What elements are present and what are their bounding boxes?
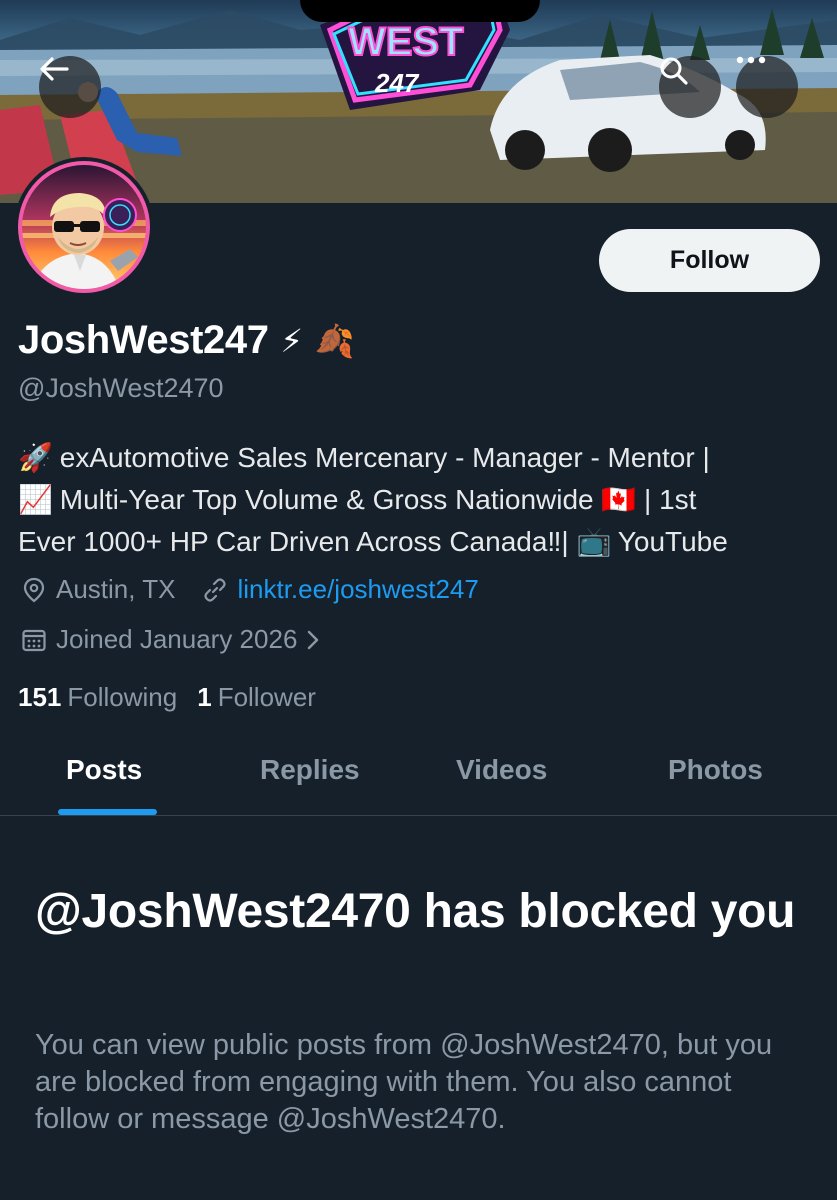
svg-text:WEST: WEST: [348, 20, 464, 64]
joined-text: Joined January 2026: [56, 624, 298, 654]
profile-meta-row: Austin, TX linktr.ee/joshwest247: [20, 574, 479, 605]
follow-button[interactable]: Follow: [599, 229, 820, 292]
link-icon: [204, 577, 227, 602]
more-dots-icon: [736, 56, 766, 64]
fallen-leaf-emoji: 🍂: [314, 322, 355, 359]
search-button[interactable]: [659, 56, 721, 118]
device-notch: [300, 0, 540, 22]
display-name-text: JoshWest247: [18, 318, 269, 362]
bio-text-1: exAutomotive Sales Mercenary - Manager -…: [59, 442, 710, 473]
lightning-emoji: ⚡: [280, 322, 303, 359]
avatar-cartoon: [22, 193, 146, 289]
display-name: JoshWest247 ⚡ 🍂: [18, 318, 354, 363]
tv-emoji: 📺: [576, 526, 612, 557]
active-tab-indicator: [58, 809, 157, 815]
calendar-icon: [22, 629, 46, 651]
more-button[interactable]: [736, 56, 798, 118]
tab-replies[interactable]: Replies: [260, 754, 360, 786]
following-count: 151: [18, 682, 62, 712]
user-handle: @JoshWest2470: [18, 373, 224, 403]
bio-text-2-tail: | 1st: [644, 484, 697, 515]
follow-stats: 151 Following 1 Follower: [18, 682, 316, 713]
tab-videos[interactable]: Videos: [456, 754, 547, 786]
joined-row[interactable]: Joined January 2026: [20, 624, 321, 655]
tab-posts[interactable]: Posts: [66, 754, 142, 786]
avatar-image: [18, 161, 150, 293]
back-arrow-icon: [40, 57, 69, 81]
chevron-right-icon: [308, 630, 319, 649]
rocket-emoji: 🚀: [18, 442, 53, 473]
profile-avatar[interactable]: [14, 157, 154, 297]
following-label: Following: [67, 682, 178, 712]
chart-emoji: 📈: [18, 484, 53, 515]
bio-text-3-tail: YouTube: [617, 526, 728, 557]
followers-stat[interactable]: 1 Follower: [197, 682, 316, 713]
following-stat[interactable]: 151 Following: [18, 682, 177, 713]
location-pin-icon: [23, 577, 45, 602]
location-text: Austin, TX: [56, 574, 176, 604]
bio-text-3: Ever 1000+ HP Car Driven Across Canada‼|: [18, 526, 569, 557]
profile-tabs: Posts Replies Videos Photos: [0, 732, 837, 816]
tab-photos[interactable]: Photos: [668, 754, 763, 786]
bio-line-2: 📈 Multi-Year Top Volume & Gross Nationwi…: [18, 479, 818, 521]
profile-page: WEST 247 Follow JoshWest247 ⚡ 🍂 @JoshWes…: [0, 0, 837, 1200]
canada-flag-emoji: 🇨🇦: [601, 484, 637, 515]
back-button[interactable]: [39, 56, 101, 118]
followers-label: Follower: [217, 682, 316, 712]
search-icon: [660, 57, 688, 85]
blocked-message: You can view public posts from @JoshWest…: [35, 1029, 773, 1135]
followers-count: 1: [197, 682, 212, 712]
profile-link[interactable]: linktr.ee/joshwest247: [237, 574, 478, 605]
svg-text:247: 247: [374, 68, 420, 98]
profile-bio: 🚀 exAutomotive Sales Mercenary - Manager…: [18, 437, 818, 563]
bio-line-3: Ever 1000+ HP Car Driven Across Canada‼|…: [18, 521, 818, 563]
bio-line-1: 🚀 exAutomotive Sales Mercenary - Manager…: [18, 437, 818, 479]
blocked-title: @JoshWest2470 has blocked you: [35, 885, 796, 938]
bio-text-2: Multi-Year Top Volume & Gross Nationwide: [59, 484, 594, 515]
